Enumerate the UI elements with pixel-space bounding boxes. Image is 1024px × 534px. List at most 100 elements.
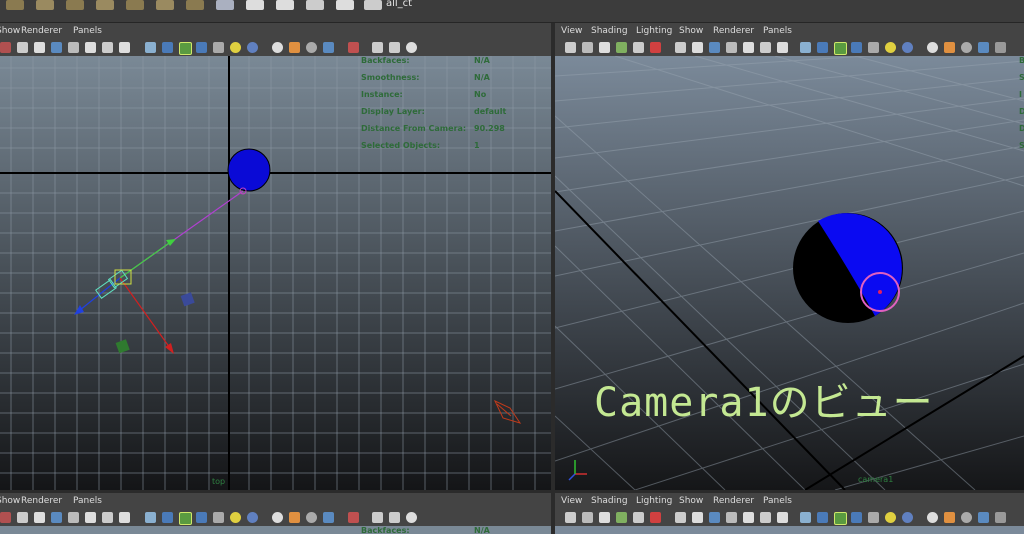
menu-renderer[interactable]: Renderer bbox=[713, 496, 754, 506]
shelf-tool-icon[interactable] bbox=[66, 0, 84, 10]
safe-action-icon[interactable] bbox=[760, 42, 771, 53]
ambient-occlusion-icon[interactable] bbox=[323, 42, 334, 53]
xray-joints-icon[interactable] bbox=[944, 42, 955, 53]
menu-renderer[interactable]: Renderer bbox=[21, 496, 62, 506]
bottom-left-viewport[interactable]: Backfaces: N/A bbox=[0, 526, 551, 534]
share-icon[interactable] bbox=[406, 512, 417, 523]
sphere-object[interactable] bbox=[227, 148, 271, 192]
menu-panels[interactable]: Panels bbox=[73, 496, 102, 506]
film-gate-icon[interactable] bbox=[34, 512, 45, 523]
menu-show[interactable]: Show bbox=[0, 26, 20, 36]
field-chart-icon[interactable] bbox=[85, 512, 96, 523]
safe-action-icon[interactable] bbox=[102, 512, 113, 523]
camera-attributes-icon[interactable] bbox=[0, 42, 11, 53]
textured-icon[interactable] bbox=[868, 512, 879, 523]
image-plane-icon[interactable] bbox=[616, 512, 627, 523]
shadows-icon[interactable] bbox=[902, 512, 913, 523]
wireframe-icon[interactable] bbox=[145, 512, 156, 523]
smooth-shade-icon[interactable] bbox=[162, 512, 173, 523]
textured-icon[interactable] bbox=[213, 42, 224, 53]
safe-title-icon[interactable] bbox=[119, 42, 130, 53]
motion-blur-icon[interactable] bbox=[995, 42, 1006, 53]
image-plane-icon[interactable] bbox=[616, 42, 627, 53]
use-all-lights-icon[interactable] bbox=[885, 512, 896, 523]
menu-show[interactable]: Show bbox=[679, 496, 703, 506]
menu-lighting[interactable]: Lighting bbox=[636, 26, 672, 36]
grease-pencil-icon[interactable] bbox=[650, 512, 661, 523]
ambient-occlusion-icon[interactable] bbox=[323, 512, 334, 523]
xray-active-icon[interactable] bbox=[961, 42, 972, 53]
shelf-tool-icon[interactable] bbox=[96, 0, 114, 10]
xray-active-icon[interactable] bbox=[306, 512, 317, 523]
film-gate-icon[interactable] bbox=[692, 512, 703, 523]
bookmark-icon[interactable] bbox=[599, 512, 610, 523]
xray-icon[interactable] bbox=[851, 512, 862, 523]
wireframe-icon[interactable] bbox=[800, 42, 811, 53]
field-chart-icon[interactable] bbox=[743, 512, 754, 523]
select-camera-icon[interactable] bbox=[348, 512, 359, 523]
select-camera-icon[interactable] bbox=[565, 42, 576, 53]
use-all-lights-icon[interactable] bbox=[230, 512, 241, 523]
shelf-tool-icon[interactable] bbox=[216, 0, 234, 10]
menu-show[interactable]: Show bbox=[679, 26, 703, 36]
use-all-lights-icon[interactable] bbox=[885, 42, 896, 53]
smooth-shade-icon[interactable] bbox=[817, 42, 828, 53]
xray-active-icon[interactable] bbox=[961, 512, 972, 523]
grid-toggle-icon[interactable] bbox=[17, 42, 28, 53]
menu-renderer[interactable]: Renderer bbox=[21, 26, 62, 36]
top-view-viewport[interactable]: Backfaces: N/A Smoothness: N/A Instance:… bbox=[0, 56, 551, 490]
xray-joints-icon[interactable] bbox=[289, 42, 300, 53]
safe-title-icon[interactable] bbox=[119, 512, 130, 523]
resolution-gate-icon[interactable] bbox=[51, 42, 62, 53]
layout-single-icon[interactable] bbox=[372, 512, 383, 523]
ambient-occlusion-icon[interactable] bbox=[978, 42, 989, 53]
film-gate-icon[interactable] bbox=[34, 42, 45, 53]
xray-joints-icon[interactable] bbox=[944, 512, 955, 523]
shelf-tool-icon[interactable] bbox=[336, 0, 354, 10]
textured-icon[interactable] bbox=[868, 42, 879, 53]
safe-action-icon[interactable] bbox=[102, 42, 113, 53]
wireframe-on-shaded-icon[interactable] bbox=[179, 512, 192, 525]
shelf-button-label[interactable]: all_ct bbox=[386, 0, 412, 9]
gate-mask-icon[interactable] bbox=[726, 512, 737, 523]
select-camera-icon[interactable] bbox=[348, 42, 359, 53]
shelf-tool-icon[interactable] bbox=[276, 0, 294, 10]
resolution-gate-icon[interactable] bbox=[709, 42, 720, 53]
safe-action-icon[interactable] bbox=[760, 512, 771, 523]
xray-active-icon[interactable] bbox=[306, 42, 317, 53]
menu-panels[interactable]: Panels bbox=[763, 496, 792, 506]
bookmark-icon[interactable] bbox=[599, 42, 610, 53]
use-all-lights-icon[interactable] bbox=[230, 42, 241, 53]
textured-icon[interactable] bbox=[213, 512, 224, 523]
bottom-right-viewport[interactable] bbox=[555, 526, 1024, 534]
isolate-select-icon[interactable] bbox=[927, 42, 938, 53]
camera-attributes-icon[interactable] bbox=[0, 512, 11, 523]
shelf-tool-icon[interactable] bbox=[6, 0, 24, 10]
menu-shading[interactable]: Shading bbox=[591, 26, 628, 36]
menu-renderer[interactable]: Renderer bbox=[713, 26, 754, 36]
xray-icon[interactable] bbox=[196, 42, 207, 53]
shelf-tool-icon[interactable] bbox=[156, 0, 174, 10]
menu-panels[interactable]: Panels bbox=[73, 26, 102, 36]
motion-blur-icon[interactable] bbox=[995, 512, 1006, 523]
shelf-tool-icon[interactable] bbox=[306, 0, 324, 10]
wireframe-on-shaded-icon[interactable] bbox=[834, 512, 847, 525]
light-object[interactable] bbox=[493, 399, 522, 424]
gate-mask-icon[interactable] bbox=[726, 42, 737, 53]
shelf-tool-icon[interactable] bbox=[246, 0, 264, 10]
shelf-tool-icon[interactable] bbox=[126, 0, 144, 10]
layout-quad-icon[interactable] bbox=[389, 512, 400, 523]
gate-mask-icon[interactable] bbox=[68, 512, 79, 523]
menu-panels[interactable]: Panels bbox=[763, 26, 792, 36]
menu-shading[interactable]: Shading bbox=[591, 496, 628, 506]
xray-icon[interactable] bbox=[851, 42, 862, 53]
film-gate-icon[interactable] bbox=[692, 42, 703, 53]
gate-mask-icon[interactable] bbox=[68, 42, 79, 53]
layout-quad-icon[interactable] bbox=[389, 42, 400, 53]
grid-toggle-icon[interactable] bbox=[675, 42, 686, 53]
two-d-pan-icon[interactable] bbox=[633, 512, 644, 523]
grid-toggle-icon[interactable] bbox=[17, 512, 28, 523]
two-d-pan-icon[interactable] bbox=[633, 42, 644, 53]
resolution-gate-icon[interactable] bbox=[709, 512, 720, 523]
safe-title-icon[interactable] bbox=[777, 512, 788, 523]
